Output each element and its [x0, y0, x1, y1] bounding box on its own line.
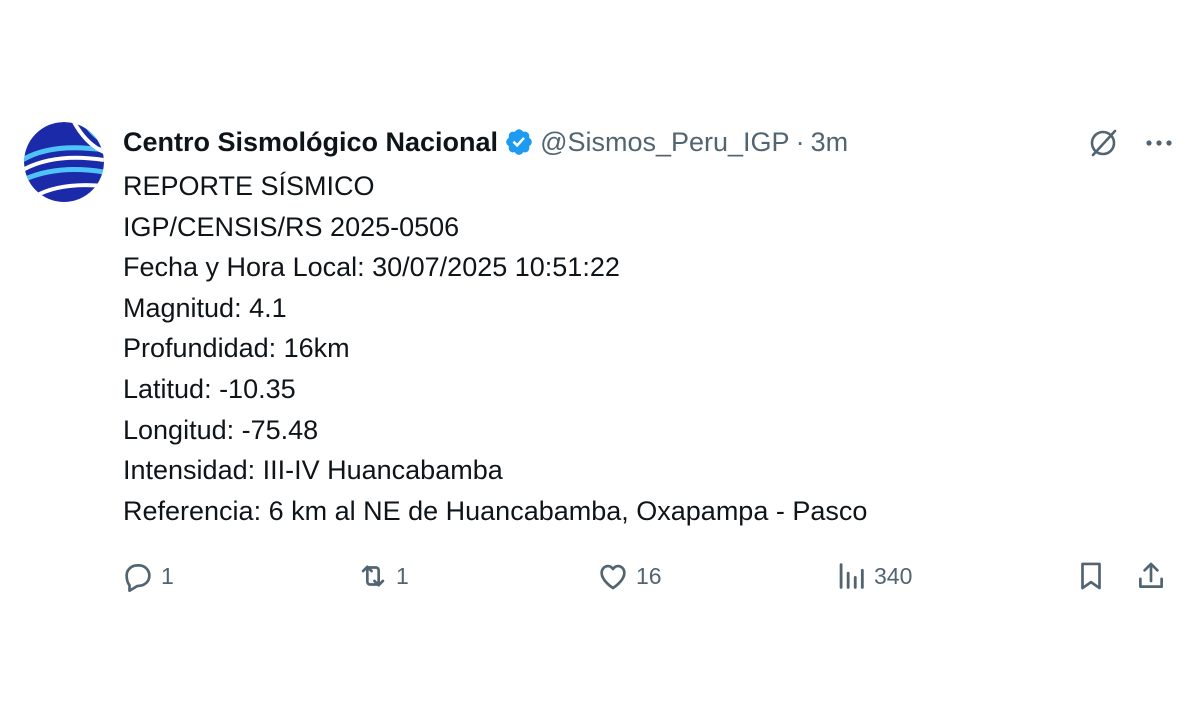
verified-badge-icon[interactable] [504, 127, 534, 157]
views-button[interactable]: 340 [834, 556, 912, 596]
bookmark-button[interactable] [1074, 556, 1108, 596]
tweet-line: Magnitud: 4.1 [123, 292, 287, 323]
heart-icon [596, 559, 630, 593]
tweet-action-bar: 1 1 16 340 [24, 556, 1176, 596]
handle[interactable]: @Sismos_Peru_IGP [540, 127, 790, 158]
tweet-line: Intensidad: III-IV Huancabamba [123, 455, 503, 486]
tweet-line: Longitud: -75.48 [123, 414, 319, 445]
tweet-line: Profundidad: 16km [123, 333, 350, 364]
more-icon[interactable] [1142, 126, 1176, 160]
separator-dot: · [795, 126, 805, 157]
tweet-line: Referencia: 6 km al NE de Huancabamba, O… [123, 495, 868, 526]
repost-button[interactable]: 1 [356, 556, 409, 596]
views-icon [834, 559, 868, 593]
tweet-line: Latitud: -10.35 [123, 373, 296, 404]
avatar[interactable] [24, 122, 104, 202]
like-button[interactable]: 16 [596, 556, 662, 596]
reply-icon [121, 559, 155, 593]
timestamp[interactable]: 3m [811, 127, 849, 158]
repost-icon [356, 559, 390, 593]
tweet-line: Fecha y Hora Local: 30/07/2025 10:51:22 [123, 252, 620, 283]
share-button[interactable] [1134, 556, 1168, 596]
repost-count: 1 [396, 562, 409, 589]
display-name[interactable]: Centro Sismológico Nacional [123, 127, 498, 158]
tweet-top-actions [1086, 126, 1176, 160]
tweet-text: REPORTE SÍSMICO IGP/CENSIS/RS 2025-0506 … [123, 166, 867, 531]
views-count: 340 [874, 562, 913, 589]
bookmark-icon [1074, 559, 1108, 593]
reply-count: 1 [161, 562, 174, 589]
grok-icon[interactable] [1086, 126, 1120, 160]
share-icon [1134, 559, 1168, 593]
reply-button[interactable]: 1 [121, 556, 174, 596]
tweet-card[interactable]: Centro Sismológico Nacional @Sismos_Peru… [24, 118, 1176, 608]
like-count: 16 [636, 562, 662, 589]
tweet-header: Centro Sismológico Nacional @Sismos_Peru… [123, 118, 848, 166]
tweet-line: REPORTE SÍSMICO [123, 171, 375, 201]
tweet-line: IGP/CENSIS/RS 2025-0506 [123, 211, 460, 242]
avatar-logo-icon [24, 122, 104, 202]
